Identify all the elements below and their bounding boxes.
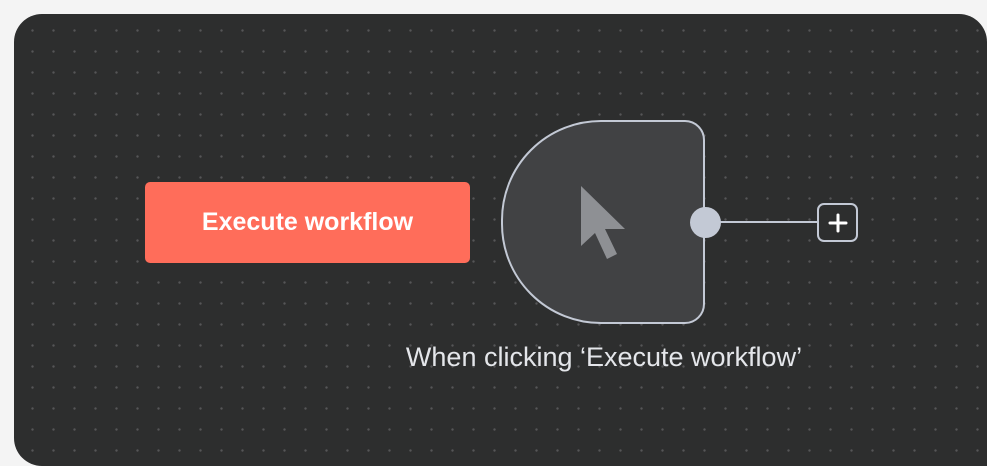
manual-trigger-node[interactable] <box>501 120 705 324</box>
add-node-button[interactable] <box>817 203 858 242</box>
workflow-canvas[interactable]: Execute workflow When clicking ‘Execute … <box>14 14 987 466</box>
node-output-handle[interactable] <box>690 207 721 238</box>
mouse-pointer-icon <box>581 186 625 259</box>
connector-line <box>719 221 817 223</box>
trigger-node-label: When clicking ‘Execute workflow’ <box>405 342 803 372</box>
plus-icon <box>828 213 847 232</box>
execute-workflow-button[interactable]: Execute workflow <box>145 182 470 263</box>
